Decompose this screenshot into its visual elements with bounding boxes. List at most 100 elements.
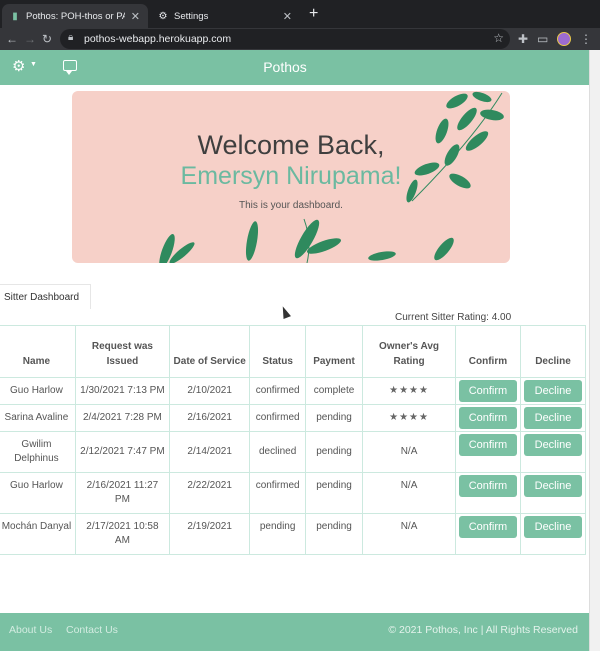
- close-tab-icon[interactable]: ✕: [131, 10, 140, 23]
- cell-status: declined: [249, 431, 306, 473]
- cell-issued: 2/16/2021 11:27 PM: [74, 472, 170, 514]
- cell-decline: Decline: [519, 404, 587, 432]
- page-viewport: ⚙ ▼ Pothos Welcome Back, Emersyn Nirupam…: [0, 50, 589, 651]
- cell-name: Mochán Danyal: [0, 513, 76, 555]
- new-tab-icon[interactable]: +: [309, 5, 318, 23]
- browser-tab-title: Pothos: POH-thos or PAH-thos: [26, 10, 125, 22]
- cell-confirm: Confirm: [454, 513, 521, 555]
- confirm-button[interactable]: Confirm: [458, 475, 517, 497]
- mouse-cursor-icon: [279, 304, 291, 320]
- cell-service: 2/19/2021: [168, 513, 251, 555]
- browser-tab-strip: ▮ Pothos: POH-thos or PAH-thos ✕ ⚙ Setti…: [0, 0, 600, 28]
- table-row: Gwilim Delphinus 2/12/2021 7:47 PM 2/14/…: [0, 431, 587, 473]
- plant-favicon-icon: ▮: [12, 10, 18, 22]
- cell-service: 2/14/2021: [168, 431, 251, 473]
- bookmark-star-icon[interactable]: ☆: [493, 31, 504, 45]
- page-scrollbar[interactable]: [589, 50, 600, 651]
- column-header-issued: Request was Issued: [74, 325, 170, 378]
- cell-owner-rating-stars: ★★★★: [362, 404, 456, 432]
- user-name-heading: Emersyn Nirupama!: [180, 162, 402, 190]
- browser-tab-pothos[interactable]: ▮ Pothos: POH-thos or PAH-thos ✕: [2, 4, 148, 28]
- app-navbar: ⚙ ▼ Pothos: [0, 50, 589, 85]
- decline-button[interactable]: Decline: [523, 407, 582, 429]
- tab-sitter-dashboard[interactable]: Sitter Dashboard: [0, 284, 91, 309]
- column-header-service: Date of Service: [168, 325, 251, 378]
- column-header-payment: Payment: [304, 325, 364, 378]
- cell-name: Sarina Avaline: [0, 404, 76, 432]
- cell-payment: pending: [304, 513, 364, 555]
- forward-arrow-icon[interactable]: →: [24, 30, 36, 48]
- column-header-confirm: Confirm: [454, 325, 521, 378]
- bookings-table: Name Request was Issued Date of Service …: [0, 325, 587, 555]
- page-footer: About Us Contact Us © 2021 Pothos, Inc |…: [0, 613, 589, 651]
- cell-status: confirmed: [249, 472, 306, 514]
- table-row: Sarina Avaline 2/4/2021 7:28 PM 2/16/202…: [0, 404, 587, 432]
- cell-decline: Decline: [519, 513, 587, 555]
- about-us-link[interactable]: About Us: [9, 624, 52, 636]
- welcome-heading: Welcome Back,: [197, 130, 385, 160]
- cell-confirm: Confirm: [454, 404, 521, 432]
- url-text: pothos-webapp.herokuapp.com: [84, 33, 232, 45]
- browser-tab-settings[interactable]: ⚙ Settings ✕: [150, 4, 300, 28]
- close-tab-icon[interactable]: ✕: [283, 10, 292, 23]
- column-header-status: Status: [249, 325, 306, 378]
- profile-avatar[interactable]: [557, 32, 571, 46]
- cell-status: pending: [249, 513, 306, 555]
- cell-payment: pending: [304, 472, 364, 514]
- cell-payment: pending: [304, 404, 364, 432]
- cell-owner-rating: N/A: [362, 513, 456, 555]
- decline-button[interactable]: Decline: [523, 475, 582, 497]
- sitter-rating-text: Current Sitter Rating: 4.00: [395, 312, 512, 323]
- cell-service: 2/16/2021: [168, 404, 251, 432]
- address-bar[interactable]: 🔒︎ pothos-webapp.herokuapp.com ☆: [60, 29, 510, 49]
- menu-dots-icon[interactable]: ⋮: [580, 30, 592, 48]
- back-arrow-icon[interactable]: ←: [6, 30, 18, 48]
- confirm-button[interactable]: Confirm: [458, 407, 517, 429]
- cell-name: Guo Harlow: [0, 377, 76, 405]
- table-row: Mochán Danyal 2/17/2021 10:58 AM 2/19/20…: [0, 513, 587, 555]
- extensions-puzzle-icon[interactable]: ✚: [518, 30, 528, 48]
- cell-confirm: Confirm: [454, 472, 521, 514]
- cell-payment: complete: [304, 377, 364, 405]
- cell-decline: Decline: [519, 472, 587, 514]
- gear-favicon-icon: ⚙: [158, 10, 168, 22]
- browser-toolbar: ← → ↻ 🔒︎ pothos-webapp.herokuapp.com ☆ ✚…: [0, 28, 600, 50]
- confirm-button[interactable]: Confirm: [458, 380, 517, 402]
- decline-button[interactable]: Decline: [523, 516, 582, 538]
- welcome-banner: Welcome Back, Emersyn Nirupama! This is …: [72, 91, 510, 263]
- cell-service: 2/22/2021: [168, 472, 251, 514]
- cell-status: confirmed: [249, 377, 306, 405]
- cell-issued: 2/4/2021 7:28 PM: [74, 404, 170, 432]
- column-header-decline: Decline: [519, 325, 587, 378]
- column-header-name: Name: [0, 325, 76, 378]
- cell-issued: 2/12/2021 7:47 PM: [74, 431, 170, 473]
- cast-icon[interactable]: ▭: [537, 30, 548, 48]
- table-row: Guo Harlow 2/16/2021 11:27 PM 2/22/2021 …: [0, 472, 587, 514]
- contact-us-link[interactable]: Contact Us: [66, 624, 118, 636]
- browser-tab-title: Settings: [174, 10, 209, 22]
- confirm-button[interactable]: Confirm: [458, 434, 517, 456]
- confirm-button[interactable]: Confirm: [458, 516, 517, 538]
- table-row: Guo Harlow 1/30/2021 7:13 PM 2/10/2021 c…: [0, 377, 587, 405]
- decline-button[interactable]: Decline: [523, 434, 582, 456]
- cell-payment: pending: [304, 431, 364, 473]
- decline-button[interactable]: Decline: [523, 380, 582, 402]
- column-header-owner-rating: Owner's Avg Rating: [362, 325, 456, 378]
- dashboard-subtitle: This is your dashboard.: [239, 200, 343, 211]
- cell-service: 2/10/2021: [168, 377, 251, 405]
- cell-issued: 2/17/2021 10:58 AM: [74, 513, 170, 555]
- cell-decline: Decline: [519, 377, 587, 405]
- cell-issued: 1/30/2021 7:13 PM: [74, 377, 170, 405]
- cell-confirm: Confirm: [454, 377, 521, 405]
- cell-status: confirmed: [249, 404, 306, 432]
- cell-owner-rating: N/A: [362, 431, 456, 473]
- cell-owner-rating-stars: ★★★★: [362, 377, 456, 405]
- cell-name: Gwilim Delphinus: [0, 431, 76, 473]
- cell-confirm: Confirm: [454, 431, 521, 473]
- cell-decline: Decline: [519, 431, 587, 473]
- lock-icon: 🔒︎: [68, 32, 74, 43]
- cell-name: Guo Harlow: [0, 472, 76, 514]
- copyright-text: © 2021 Pothos, Inc | All Rights Reserved: [388, 624, 578, 636]
- cell-owner-rating: N/A: [362, 472, 456, 514]
- reload-icon[interactable]: ↻: [42, 30, 52, 48]
